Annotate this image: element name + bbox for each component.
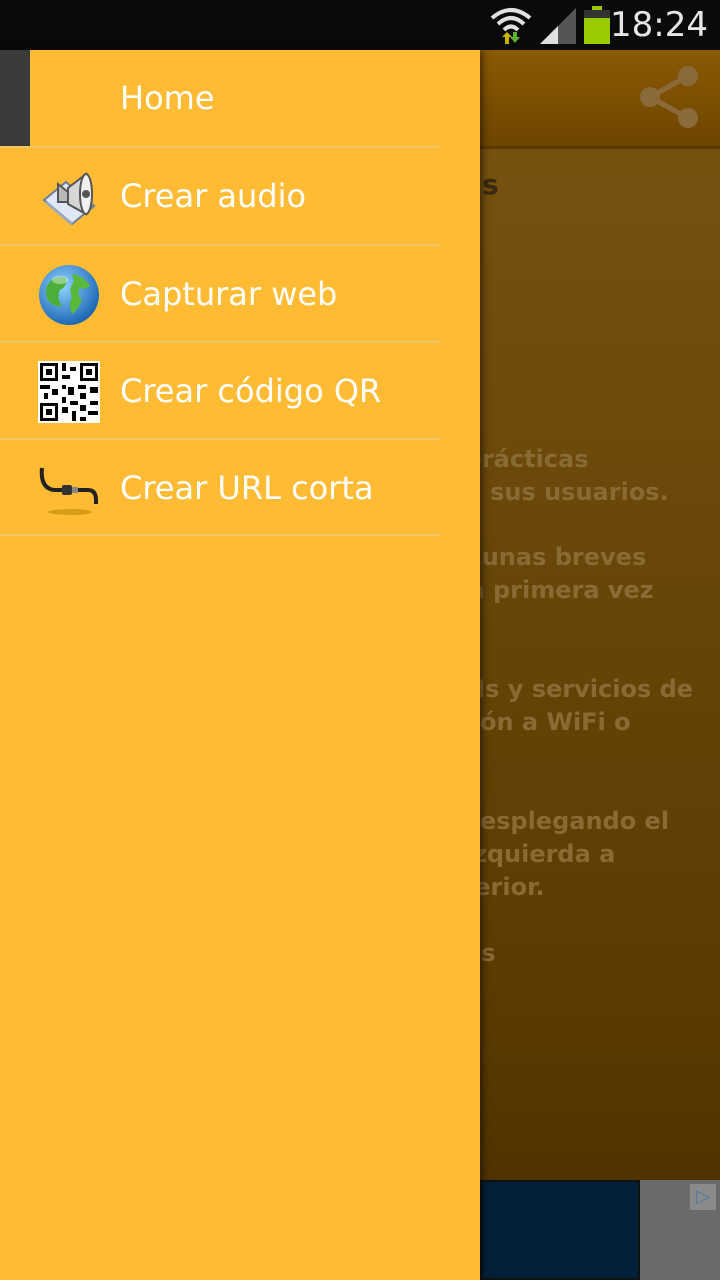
ad-banner[interactable]: ▷ <box>480 1180 720 1280</box>
drawer-item-crear-codigo-qr[interactable]: Crear código QR <box>0 343 480 439</box>
drawer-item-label: Capturar web <box>120 275 338 313</box>
megaphone-icon <box>42 171 96 226</box>
qr-code-icon <box>38 361 100 423</box>
drawer-item-label: Crear URL corta <box>120 469 374 507</box>
drawer-item-label: Crear código QR <box>120 372 382 410</box>
drawer-item-label: Crear audio <box>120 177 307 215</box>
adchoices-icon[interactable]: ▷ <box>690 1184 716 1210</box>
drawer-item-home[interactable]: Home <box>30 50 480 146</box>
ad-image <box>480 1180 640 1280</box>
divider <box>0 534 440 536</box>
signal-icon <box>540 8 576 44</box>
battery-icon <box>584 6 610 44</box>
content-heading: s <box>482 168 499 201</box>
navigation-drawer: Home Crear audio Capturar web Crear códi… <box>0 50 480 1280</box>
globe-icon <box>39 265 99 325</box>
drawer-item-capturar-web[interactable]: Capturar web <box>0 246 480 342</box>
wifi-icon <box>490 8 532 44</box>
cable-plug-icon <box>39 467 98 515</box>
status-bar: 18:24 <box>0 0 720 50</box>
drawer-home-label: Home <box>120 79 215 117</box>
clock: 18:24 <box>610 5 708 45</box>
share-icon[interactable] <box>636 64 706 130</box>
drawer-edge <box>0 50 30 146</box>
drawer-item-crear-url-corta[interactable]: Crear URL corta <box>0 440 480 536</box>
drawer-item-crear-audio[interactable]: Crear audio <box>0 148 480 244</box>
